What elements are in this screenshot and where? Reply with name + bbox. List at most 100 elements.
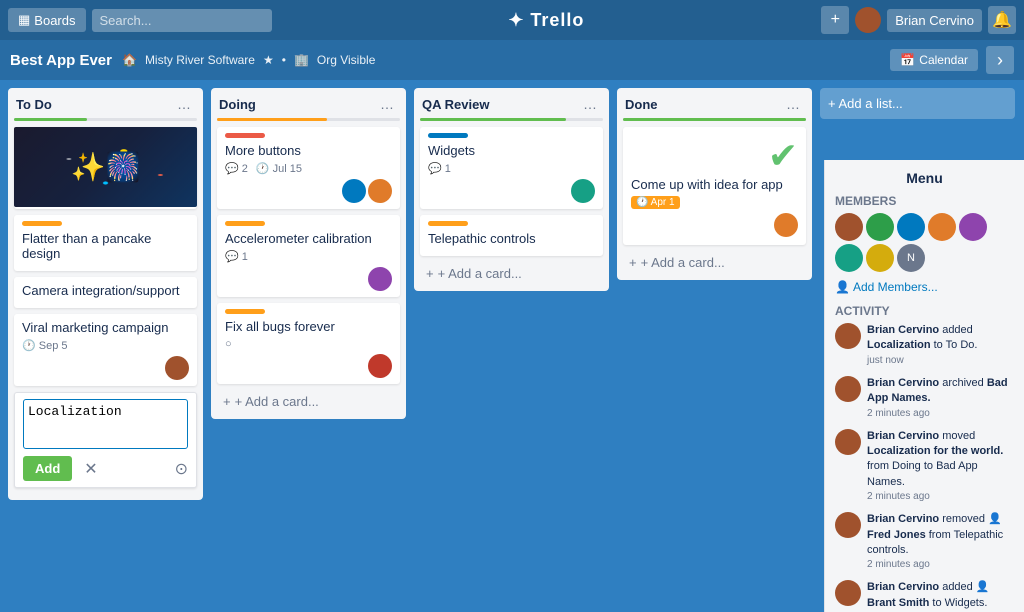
card-label-red: [225, 133, 265, 138]
list-header-qa: QA Review …: [420, 94, 603, 114]
card-bugs[interactable]: Fix all bugs forever ○: [217, 303, 400, 384]
notifications-button[interactable]: 🔔: [988, 6, 1016, 34]
card-accel[interactable]: Accelerometer calibration 💬 1: [217, 215, 400, 297]
calendar-button[interactable]: 📅 Calendar: [890, 49, 978, 71]
org-icon: 🏠: [122, 53, 137, 67]
add-card-cancel-button[interactable]: ✕: [78, 457, 103, 481]
calendar-icon: 📅: [900, 53, 915, 67]
list-todo: To Do … Add more pizzazz 💬 3 📎 1 ☑ 0/4: [8, 88, 203, 500]
list-header-done: Done …: [623, 94, 806, 114]
board-header: Best App Ever 🏠 Misty River Software ★ •…: [0, 40, 1024, 80]
list-doing: Doing … More buttons 💬 2 🕐 Jul 15: [211, 88, 406, 419]
card-viral[interactable]: Viral marketing campaign 🕐 Sep 5: [14, 314, 197, 386]
add-card-button-qa[interactable]: + + Add a card...: [420, 262, 603, 285]
member-avatar-3[interactable]: [897, 213, 925, 241]
card-idea[interactable]: ✔ Come up with idea for app 🕐 Apr 1: [623, 127, 806, 245]
activity-item-1: Brian Cervino added Localization to To D…: [835, 323, 1014, 368]
user-menu-button[interactable]: Brian Cervino: [887, 9, 982, 32]
star-icon[interactable]: ★: [263, 53, 274, 67]
card-camera[interactable]: Camera integration/support: [14, 277, 197, 308]
add-card-button-done[interactable]: + + Add a card...: [623, 251, 806, 274]
boards-label: Boards: [34, 13, 75, 28]
card-label-telepathic: [428, 221, 468, 226]
board-title: Best App Ever: [10, 52, 112, 69]
activity-text-3: Brian Cervino moved Localization for the…: [867, 429, 1014, 505]
comments-buttons: 💬 2: [225, 162, 248, 175]
member-avatar-1[interactable]: [835, 213, 863, 241]
avatar-idea: [774, 213, 798, 237]
boards-button[interactable]: ▦ Boards: [8, 8, 86, 32]
visibility-icon: 🏢: [294, 53, 309, 67]
card-title-buttons: More buttons: [225, 143, 392, 158]
list-title-doing: Doing: [219, 97, 256, 112]
card-meta-idea: 🕐 Apr 1: [631, 196, 798, 209]
member-avatar-5[interactable]: [959, 213, 987, 241]
nav-right: + Brian Cervino 🔔: [821, 6, 1016, 34]
list-title-todo: To Do: [16, 97, 52, 112]
card-title-viral: Viral marketing campaign: [22, 320, 189, 335]
avatar[interactable]: [855, 7, 881, 33]
plus-icon-qa: +: [426, 266, 434, 281]
add-button[interactable]: +: [821, 6, 849, 34]
list-menu-button-todo[interactable]: …: [173, 94, 195, 114]
add-members-label: Add Members...: [853, 280, 938, 294]
card-avatars-viral: [22, 356, 189, 380]
card-localization-editing: Localization Add ✕ ⊙: [14, 392, 197, 488]
card-label-widgets: [428, 133, 468, 138]
card-telepathic[interactable]: Telepathic controls: [420, 215, 603, 256]
org-name[interactable]: Misty River Software: [145, 53, 255, 67]
calendar-label: Calendar: [919, 53, 968, 67]
member-avatar-4[interactable]: [928, 213, 956, 241]
card-title-idea: Come up with idea for app: [631, 177, 798, 192]
person-icon: 👤: [835, 280, 850, 294]
card-title-telepathic: Telepathic controls: [428, 231, 595, 246]
card-meta-widgets: 💬 1: [428, 162, 595, 175]
localization-textarea[interactable]: Localization: [23, 399, 188, 449]
due-tag-idea: 🕐 Apr 1: [631, 196, 680, 209]
card-pizzazz[interactable]: Add more pizzazz 💬 3 📎 1 ☑ 0/4: [14, 127, 197, 209]
card-title-accel: Accelerometer calibration: [225, 231, 392, 246]
visibility-label: Org Visible: [317, 53, 375, 67]
avatar-orange: [368, 179, 392, 203]
member-avatar-n[interactable]: N: [897, 244, 925, 272]
search-input[interactable]: [92, 9, 272, 32]
list-progress-doing: [217, 118, 400, 121]
menu-toggle-button[interactable]: ›: [986, 46, 1014, 74]
trello-logo: ✦ Trello: [278, 10, 816, 31]
activity-section-title: Activity: [835, 304, 1014, 318]
activity-text-4: Brian Cervino removed 👤 Fred Jones from …: [867, 512, 1014, 572]
card-widgets[interactable]: Widgets 💬 1: [420, 127, 603, 209]
card-title-pancake: Flatter than a pancake design: [22, 231, 189, 261]
list-done: Done … ✔ Come up with idea for app 🕐 Apr…: [617, 88, 812, 280]
card-avatars-widgets: [428, 179, 595, 203]
add-list-button[interactable]: + Add a list...: [820, 88, 1015, 119]
list-qa: QA Review … Widgets 💬 1 Telepathic contr…: [414, 88, 609, 291]
member-avatar-7[interactable]: [866, 244, 894, 272]
list-menu-button-done[interactable]: …: [782, 94, 804, 114]
card-meta-accel: 💬 1: [225, 250, 392, 263]
activity-item-3: Brian Cervino moved Localization for the…: [835, 429, 1014, 505]
card-title-camera: Camera integration/support: [22, 283, 189, 298]
card-pancake[interactable]: Flatter than a pancake design: [14, 215, 197, 271]
add-members-button[interactable]: 👤 Add Members...: [835, 278, 938, 296]
user-name: Brian Cervino: [895, 13, 974, 28]
board-layout: To Do … Add more pizzazz 💬 3 📎 1 ☑ 0/4: [0, 80, 1024, 532]
progress-bar-doing: [217, 118, 327, 121]
add-card-more-button[interactable]: ⊙: [175, 459, 188, 479]
list-title-qa: QA Review: [422, 97, 489, 112]
card-buttons[interactable]: More buttons 💬 2 🕐 Jul 15: [217, 127, 400, 209]
menu-title: Menu: [835, 170, 1014, 186]
activity-avatar-4: [835, 512, 861, 538]
add-card-confirm-button[interactable]: Add: [23, 456, 72, 481]
list-menu-button-doing[interactable]: …: [376, 94, 398, 114]
avatar-purple: [368, 267, 392, 291]
add-card-button-doing[interactable]: + + Add a card...: [217, 390, 400, 413]
member-avatar-6[interactable]: [835, 244, 863, 272]
card-label-accel: [225, 221, 265, 226]
list-header-todo: To Do …: [14, 94, 197, 114]
due-date-viral: 🕐 Sep 5: [22, 339, 68, 352]
card-label-orange: [22, 221, 62, 226]
checkmark-icon: ✔: [631, 135, 798, 177]
list-menu-button-qa[interactable]: …: [579, 94, 601, 114]
member-avatar-2[interactable]: [866, 213, 894, 241]
